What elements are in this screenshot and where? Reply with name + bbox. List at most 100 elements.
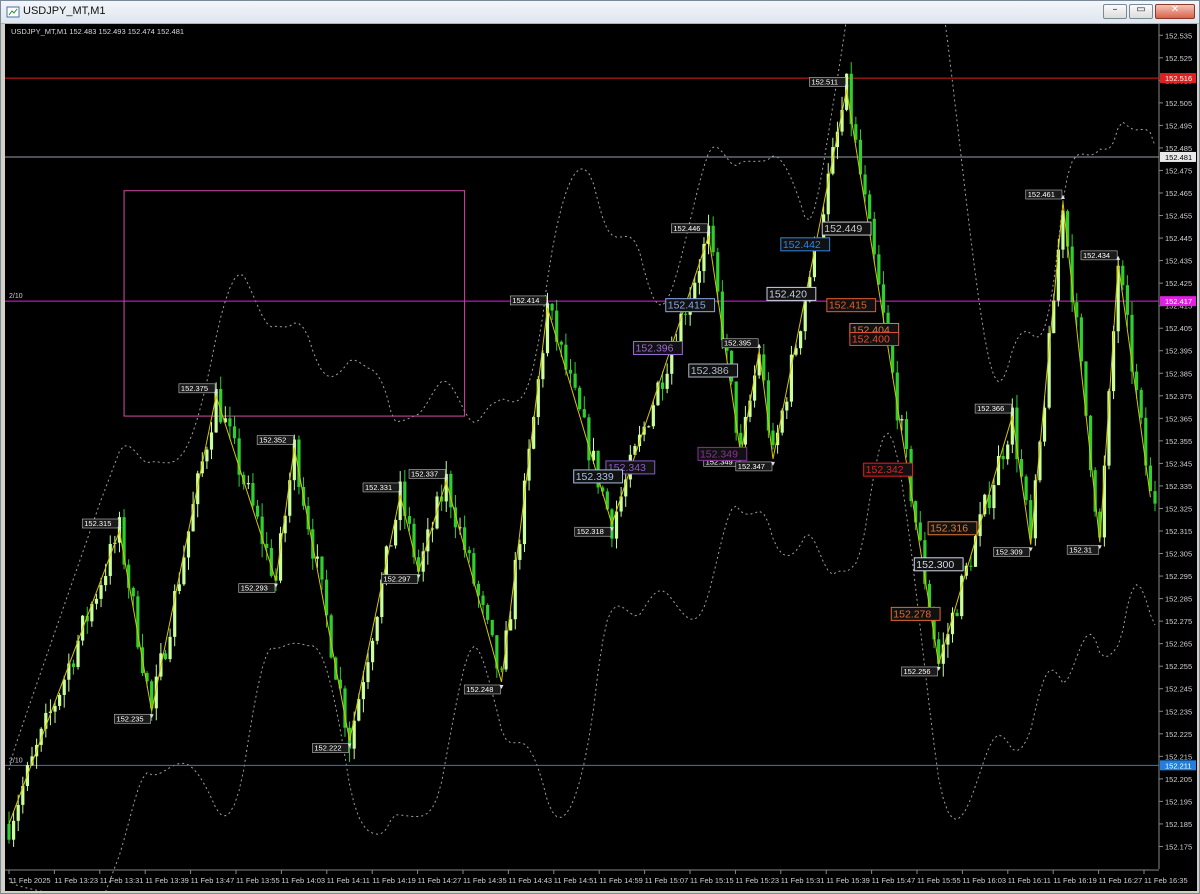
- bear-candle: [7, 823, 11, 840]
- bull-candle: [16, 804, 20, 821]
- y-tick-label: 152.475: [1165, 166, 1192, 175]
- x-tick-label: 11 Feb 14:35: [463, 876, 507, 885]
- signal-label: 152.415: [829, 300, 867, 312]
- minimize-icon: –: [1112, 4, 1118, 15]
- pivot-label: 152.309: [996, 548, 1023, 557]
- bear-candle: [1121, 265, 1125, 286]
- restore-button[interactable]: ▭: [1129, 4, 1153, 19]
- bear-candle: [904, 419, 909, 450]
- bull-candle: [518, 544, 522, 560]
- y-tick-label: 152.235: [1165, 707, 1192, 716]
- signal-label: 152.415: [668, 300, 706, 312]
- bear-candle: [1024, 476, 1028, 501]
- bull-candle: [647, 426, 651, 428]
- bear-candle: [881, 284, 886, 313]
- pivot-label: 152.293: [241, 584, 268, 593]
- x-tick-label: 11 Feb 14:43: [508, 876, 552, 885]
- pivot-label: 152.395: [724, 339, 751, 348]
- y-tick-label: 152.295: [1165, 572, 1192, 581]
- bull-candle: [104, 576, 108, 586]
- x-tick-label: 11 Feb 15:47: [872, 876, 916, 885]
- bull-candle: [900, 419, 904, 421]
- signal-label: 152.342: [866, 464, 904, 476]
- signal-label: 152.420: [769, 288, 807, 300]
- price-chart[interactable]: 152.535152.525152.515152.505152.495152.4…: [5, 24, 1197, 891]
- signal-label: 152.316: [930, 523, 968, 535]
- y-tick-label: 152.395: [1165, 347, 1192, 356]
- x-tick-label: 11 Feb 14:27: [418, 876, 462, 885]
- current-price-price-label: 152.481: [1165, 153, 1192, 162]
- close-button[interactable]: ✕: [1155, 4, 1195, 19]
- bear-candle: [868, 194, 872, 219]
- x-tick-label: 11 Feb 15:31: [781, 876, 825, 885]
- bull-candle: [509, 619, 513, 631]
- x-tick-label: 11 Feb 16:19: [1053, 876, 1097, 885]
- bull-candle: [196, 473, 200, 505]
- pivot-label: 152.347: [738, 462, 765, 471]
- pivot-label: 152.434: [1083, 251, 1110, 260]
- pivot-label: 152.318: [577, 527, 604, 536]
- x-tick-label: 11 Feb 13:39: [145, 876, 189, 885]
- bear-candle: [877, 254, 881, 285]
- bull-candle: [370, 640, 375, 663]
- bear-candle: [131, 587, 135, 597]
- bear-candle: [320, 556, 324, 580]
- bear-candle: [969, 565, 973, 567]
- y-tick-label: 152.455: [1165, 212, 1192, 221]
- bull-candle: [785, 401, 789, 411]
- bull-candle: [209, 432, 214, 450]
- bull-candle: [697, 271, 701, 283]
- x-tick-label: 11 Feb 14:19: [372, 876, 416, 885]
- minimize-button[interactable]: –: [1103, 4, 1127, 19]
- bull-candle: [246, 483, 250, 485]
- pivot-label: 152.256: [903, 667, 930, 676]
- bear-candle: [1139, 390, 1143, 418]
- y-tick-label: 152.345: [1165, 459, 1192, 468]
- bear-candle: [1125, 285, 1129, 315]
- x-tick-label: 11 Feb 16:27: [1099, 876, 1143, 885]
- bull-candle: [375, 616, 379, 641]
- y-tick-label: 152.175: [1165, 842, 1192, 851]
- y-tick-label: 152.195: [1165, 797, 1192, 806]
- signal-label: 152.386: [691, 365, 729, 377]
- bull-candle: [992, 485, 996, 509]
- lower-band: [8, 432, 1156, 891]
- pivot-label: 152.235: [116, 714, 143, 723]
- y-tick-label: 152.405: [1165, 324, 1192, 333]
- chart-window-icon: [6, 6, 20, 18]
- bear-candle: [587, 417, 591, 461]
- signal-label: 152.400: [852, 333, 890, 345]
- signal-label: 152.300: [916, 559, 954, 571]
- y-tick-label: 152.335: [1165, 482, 1192, 491]
- y-tick-label: 152.445: [1165, 234, 1192, 243]
- y-tick-label: 152.375: [1165, 392, 1192, 401]
- window-titlebar[interactable]: USDJPY_MT,M1 – ▭ ✕: [1, 1, 1199, 24]
- bull-candle: [614, 511, 619, 539]
- pivot-label: 152.375: [181, 384, 208, 393]
- y-tick-label: 152.185: [1165, 820, 1192, 829]
- pivot-label: 152.511: [811, 77, 838, 86]
- bear-candle: [490, 619, 494, 636]
- chart-area[interactable]: 152.535152.525152.515152.505152.495152.4…: [5, 24, 1197, 891]
- y-tick-label: 152.265: [1165, 640, 1192, 649]
- x-tick-label: 11 Feb 16:11: [1008, 876, 1051, 885]
- bear-candle: [568, 369, 573, 374]
- bear-candle: [720, 291, 724, 341]
- y-tick-label: 152.385: [1165, 369, 1192, 378]
- x-tick-label: 11 Feb 14:03: [281, 876, 325, 885]
- y-tick-label: 152.225: [1165, 730, 1192, 739]
- y-tick-label: 152.495: [1165, 121, 1192, 130]
- bear-candle: [955, 612, 959, 617]
- bull-candle: [1056, 249, 1060, 301]
- y-tick-label: 152.325: [1165, 504, 1192, 513]
- bull-candle: [99, 585, 103, 599]
- bear-candle: [559, 341, 563, 345]
- bear-candle: [918, 522, 922, 541]
- bear-candle: [1153, 491, 1157, 504]
- magenta-level-price-label: 152.417: [1165, 297, 1192, 306]
- y-tick-label: 152.245: [1165, 685, 1192, 694]
- bear-candle: [1001, 455, 1005, 460]
- highlight-box: [123, 190, 466, 417]
- bear-candle: [407, 516, 412, 524]
- bull-candle: [693, 282, 697, 299]
